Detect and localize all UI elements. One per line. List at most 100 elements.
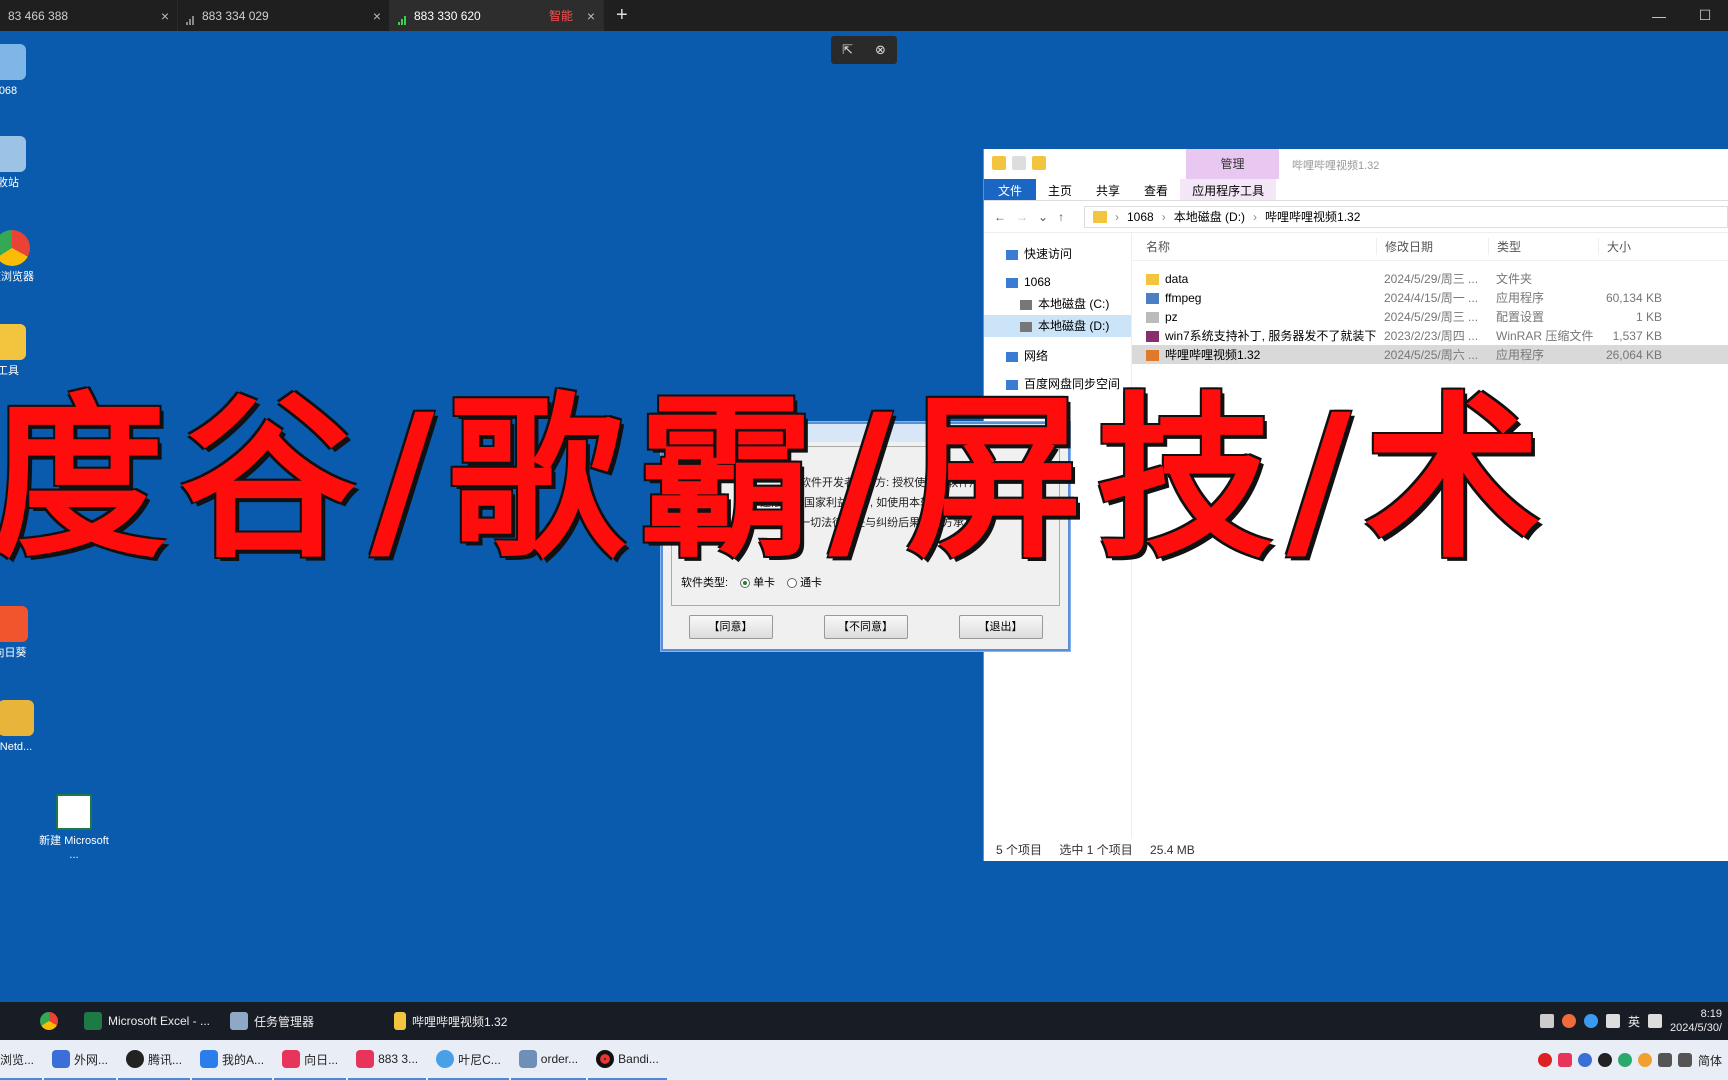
file-row[interactable]: data 2024/5/29/周三 ... 文件夹 [1132,269,1728,288]
disagree-button[interactable]: 【不同意】 [823,615,908,639]
file-date: 2024/5/29/周三 ... [1384,272,1479,286]
new-folder-icon[interactable] [1032,156,1046,170]
taskbar-item-app[interactable]: 我的A... [192,1040,273,1080]
tab-share[interactable]: 共享 [1084,179,1132,200]
collapse-icon[interactable]: ⇱ [842,42,853,58]
nav-item-network[interactable]: 网络 [984,345,1131,367]
desktop-icon-netdisk[interactable]: Netd... [0,700,52,754]
taskbar-item-qq[interactable]: 腾讯... [118,1040,191,1080]
clock-time: 8:19 [1700,1008,1722,1020]
app-tray-icon[interactable] [1561,1014,1576,1028]
breadcrumb-item[interactable]: 本地磁盘 (D:) [1174,208,1245,225]
address-bar-row: ← → ⌄ ↑ › 1068 › 本地磁盘 (D:) › 哔哩哔哩视频1.32 [984,201,1728,233]
taskbar-item-bandicam[interactable]: Bandi... [588,1040,667,1080]
forward-button[interactable]: → [1016,210,1028,224]
clock[interactable]: 8:19 2024/5/30/ [1670,1007,1722,1035]
taskbar-item-excel[interactable]: Microsoft Excel - ... [74,1002,220,1040]
taskbar-label: 腾讯... [148,1052,183,1067]
taskbar-label: 叶尼C... [458,1052,501,1067]
browser-icon [0,230,30,266]
desktop-icon-tools[interactable]: 工具 [0,324,44,378]
nav-item-label: 本地磁盘 (C:) [1038,297,1110,311]
tab-session-1[interactable]: 83 466 388 × [0,0,178,31]
new-tab-button[interactable]: + [616,4,628,27]
desktop-icon-label: Netd... [0,741,33,753]
taskbar-item-app[interactable]: 叶尼C... [428,1040,509,1080]
status-bar: 5 个项目 选中 1 个项目 25.4 MB [984,839,1728,861]
application-icon [1146,350,1159,362]
record-icon[interactable] [1537,1053,1552,1067]
file-size: 1 KB [1635,309,1662,324]
manage-tab[interactable]: 管理 [1186,149,1279,179]
taskbar-item-remote-session[interactable]: 883 3... [348,1040,427,1080]
app-tray-icon[interactable] [1617,1053,1632,1067]
back-button[interactable]: ← [994,210,1006,224]
folder-icon [992,156,1006,170]
breadcrumb-item[interactable]: 哔哩哔哩视频1.32 [1265,208,1360,225]
tab-close-icon[interactable]: × [373,8,381,24]
file-date: 2023/2/23/周四 ... [1384,329,1479,343]
taskbar-item-app[interactable]: 外网... [44,1040,117,1080]
nav-item-pc[interactable]: 1068 [984,271,1131,293]
tab-label: 83 466 388 [8,8,69,23]
taskbar-item-task-manager[interactable]: 任务管理器 [220,1002,324,1040]
desktop-icon-recycle-bin[interactable]: 收站 [0,136,44,190]
taskbar-item-browser[interactable] [0,1002,74,1040]
tab-app-tools[interactable]: 应用程序工具 [1180,179,1277,200]
tab-file[interactable]: 文件 [984,179,1037,200]
desktop-icon-browser[interactable]: 速浏览器 [0,230,48,284]
volume-icon[interactable] [1677,1053,1692,1067]
nav-item-drive-c[interactable]: 本地磁盘 (C:) [984,293,1131,315]
taskbar-item-sunlogin[interactable]: 向日... [274,1040,347,1080]
ime-indicator[interactable]: 英 [1628,1013,1640,1030]
app-tray-icon[interactable] [1577,1053,1592,1067]
excel-icon [84,1012,102,1030]
taskbar-item-folder[interactable]: 哔哩哔哩视频1.32 [384,1002,517,1040]
desktop-icon-sunlogin[interactable]: 向日葵 [0,606,46,660]
taskbar-item-notepad[interactable]: order... [510,1040,587,1080]
desktop-icon-excel[interactable]: 新建 Microsoft ... [38,794,110,862]
exit-button[interactable]: 【退出】 [958,615,1043,639]
close-icon[interactable]: ⊗ [875,42,886,58]
desktop-icon-computer[interactable]: 068 [0,44,44,98]
notification-icon[interactable] [1539,1014,1554,1028]
qq-penguin-icon[interactable] [1597,1053,1612,1067]
up-button[interactable]: ↑ [1058,210,1064,224]
nav-item-drive-d[interactable]: 本地磁盘 (D:) [984,315,1131,337]
properties-icon[interactable] [1012,156,1026,170]
nav-item-quick-access[interactable]: 快速访问 [984,243,1131,265]
file-row[interactable]: win7系统支持补丁, 服务器发不了就装下 2023/2/23/周四 ... W… [1132,326,1728,345]
minimize-button[interactable]: — [1636,8,1682,24]
tab-home[interactable]: 主页 [1036,179,1084,200]
breadcrumb[interactable]: › 1068 › 本地磁盘 (D:) › 哔哩哔哩视频1.32 [1084,205,1728,228]
app-tray-icon[interactable] [1583,1014,1598,1028]
tab-session-3[interactable]: 883 330 620 智能 × [390,0,604,31]
column-type[interactable]: 类型 [1488,238,1598,255]
ime-indicator[interactable]: 简体 [1698,1052,1722,1069]
taskbar-secondary: 浏览... 外网... 腾讯... 我的A... 向日... 883 3... … [0,1040,1728,1080]
recent-dropdown-button[interactable]: ⌄ [1038,210,1048,224]
tab-close-icon[interactable]: × [587,8,595,24]
volume-icon[interactable] [1605,1014,1620,1028]
drive-icon [1020,321,1032,332]
taskbar-item-app[interactable]: 浏览... [0,1040,43,1080]
column-date[interactable]: 修改日期 [1376,238,1488,255]
column-size[interactable]: 大小 [1598,238,1668,255]
maximize-button[interactable]: ☐ [1682,7,1728,24]
file-row-selected[interactable]: 哔哩哔哩视频1.32 2024/5/25/周六 ... 应用程序 26,064 … [1132,345,1728,364]
breadcrumb-item[interactable]: 1068 [1127,210,1154,224]
app-tray-icon[interactable] [1557,1053,1572,1067]
browser-icon [40,1012,58,1030]
file-type: 应用程序 [1496,291,1545,305]
cloud-icon [436,1050,455,1068]
tab-session-2[interactable]: 883 334 029 × [178,0,390,31]
keyboard-icon[interactable] [1648,1014,1662,1028]
file-row[interactable]: ffmpeg 2024/4/15/周一 ... 应用程序 60,134 KB [1132,288,1728,307]
microphone-icon[interactable] [1657,1053,1672,1067]
file-row[interactable]: pz 2024/5/29/周三 ... 配置设置 1 KB [1132,307,1728,326]
tab-close-icon[interactable]: × [161,8,169,24]
agree-button[interactable]: 【同意】 [688,615,773,639]
app-tray-icon[interactable] [1637,1053,1652,1067]
column-name[interactable]: 名称 [1132,238,1376,255]
tab-view[interactable]: 查看 [1132,179,1180,200]
